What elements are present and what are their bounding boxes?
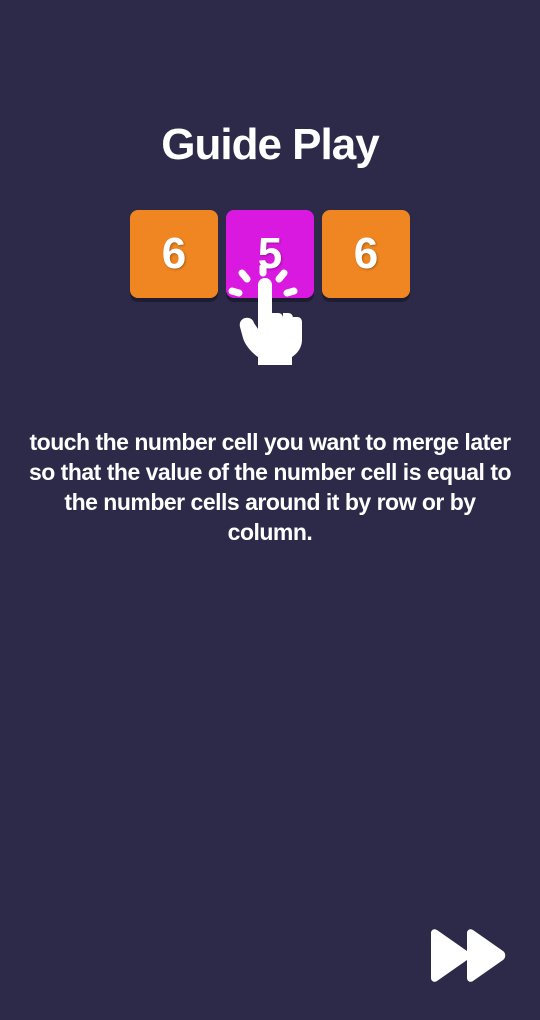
page-title: Guide Play [0, 120, 540, 170]
instruction-text: touch the number cell you want to merge … [0, 428, 540, 548]
tile-right[interactable]: 6 [322, 210, 410, 298]
tile-left[interactable]: 6 [130, 210, 218, 298]
tile-value: 6 [354, 229, 378, 279]
next-button[interactable] [425, 928, 510, 988]
fast-forward-icon [425, 928, 510, 983]
tile-value: 6 [162, 229, 186, 279]
tile-center[interactable]: 5 [226, 210, 314, 298]
tiles-row: 6 5 6 [0, 210, 540, 298]
tap-hand-icon [225, 265, 315, 381]
